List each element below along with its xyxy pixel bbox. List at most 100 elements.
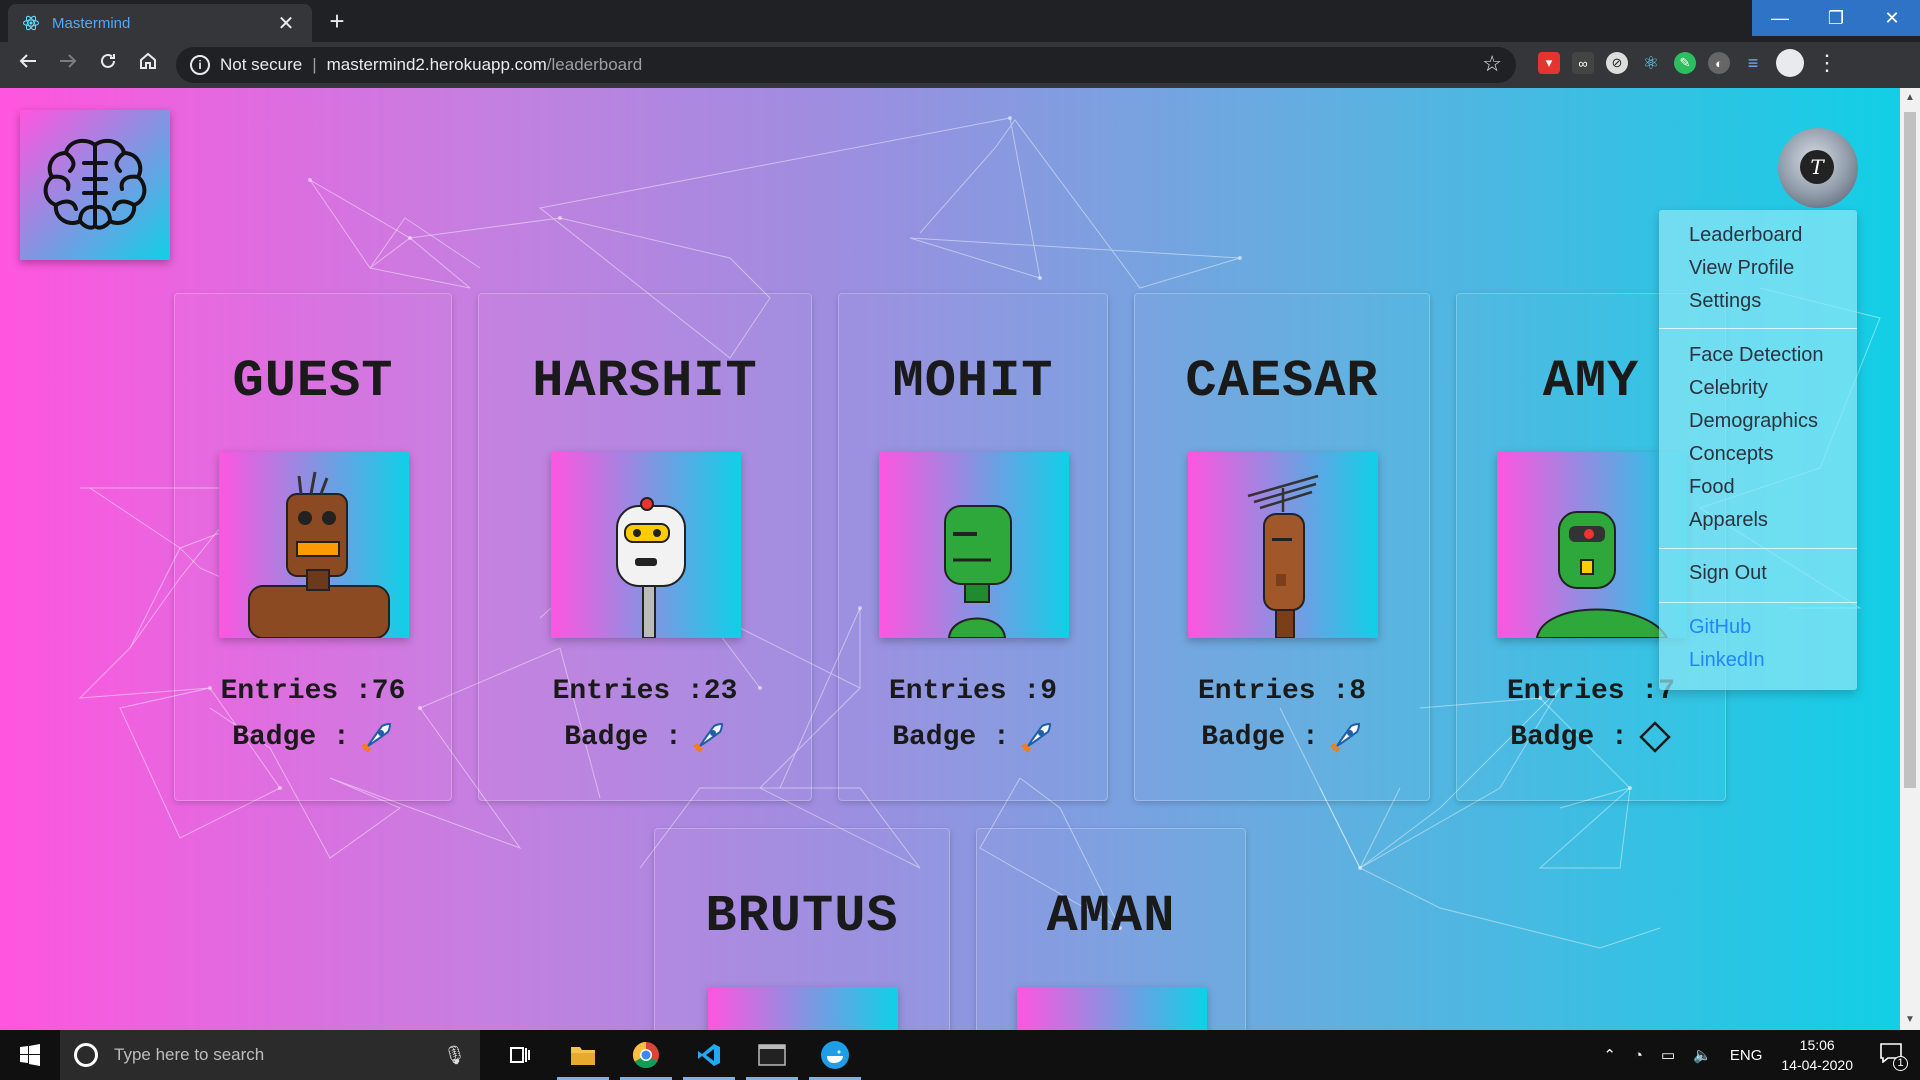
reload-icon[interactable]: [88, 45, 128, 85]
restore-button[interactable]: ❐: [1808, 0, 1864, 36]
notification-count: 1: [1893, 1056, 1908, 1071]
player-name: MOHIT: [892, 352, 1054, 411]
menu-item-linkedin[interactable]: LinkedIn: [1689, 649, 1765, 672]
wifi-icon[interactable]: ◔: [1634, 1047, 1643, 1064]
entries-count: Entries :23: [552, 676, 738, 707]
robot-icon: [616, 497, 686, 639]
badge-row: Badge :: [479, 720, 811, 754]
menu-item-face-detection[interactable]: Face Detection: [1689, 344, 1824, 367]
player-name: AMAN: [1046, 887, 1176, 946]
menu-item-apparels[interactable]: Apparels: [1689, 509, 1768, 532]
window-controls: — ❐ ✕: [1752, 0, 1920, 36]
address-bar[interactable]: i Not secure | mastermind2.herokuapp.com…: [176, 47, 1516, 83]
menu-item-demographics[interactable]: Demographics: [1689, 410, 1818, 433]
media-control-icon[interactable]: ≡: [1742, 52, 1764, 74]
chevron-up-icon[interactable]: ⌃: [1603, 1046, 1616, 1064]
forward-arrow-icon[interactable]: [48, 45, 88, 85]
task-view-icon[interactable]: [490, 1030, 550, 1080]
battery-icon[interactable]: ▭: [1661, 1046, 1675, 1064]
chrome-icon[interactable]: [616, 1030, 676, 1080]
windows-start-icon[interactable]: [0, 1030, 60, 1080]
vscode-icon[interactable]: [679, 1030, 739, 1080]
browser-tab[interactable]: Mastermind ✕: [8, 4, 312, 42]
menu-item-github[interactable]: GitHub: [1689, 616, 1751, 639]
evernote-extension-icon[interactable]: ✎: [1674, 52, 1696, 74]
menu-item-leaderboard[interactable]: Leaderboard: [1689, 224, 1802, 247]
leaderboard-card: GUEST Entries :76 Badge :: [174, 293, 452, 801]
player-name: BRUTUS: [705, 887, 899, 946]
react-devtools-icon[interactable]: ⚛: [1640, 52, 1662, 74]
menu-item-settings[interactable]: Settings: [1689, 290, 1761, 313]
menu-divider: [1659, 328, 1857, 329]
brain-icon: [43, 138, 147, 230]
badge-label: Badge :: [232, 721, 350, 753]
scroll-up-icon[interactable]: ▲: [1900, 88, 1920, 108]
badge-row: Badge :: [1135, 720, 1429, 754]
back-arrow-icon[interactable]: [8, 45, 48, 85]
badge-label: Badge :: [892, 721, 1010, 753]
scroll-thumb[interactable]: [1904, 112, 1916, 788]
tab-title: Mastermind: [52, 14, 131, 32]
badge-row: Badge :: [1457, 720, 1725, 754]
page-viewport: T GUEST Entries :76 Badge : HARSHIT Entr…: [0, 88, 1920, 1030]
menu-divider: [1659, 548, 1857, 549]
leaderboard-card: CAESAR Entries :8 Badge :: [1134, 293, 1430, 801]
badge-label: Badge :: [1201, 721, 1319, 753]
menu-item-view-profile[interactable]: View Profile: [1689, 257, 1794, 280]
page-scrollbar[interactable]: ▲ ▼: [1900, 88, 1920, 1030]
docker-icon[interactable]: [805, 1030, 865, 1080]
notification-icon[interactable]: 1: [1880, 1043, 1908, 1071]
home-icon[interactable]: [128, 45, 168, 85]
badge-row: Badge :: [175, 720, 451, 754]
browser-menu-icon[interactable]: ⋮: [1816, 50, 1838, 76]
taskbar-search-box[interactable]: Type here to search 🎙: [60, 1030, 480, 1080]
clock[interactable]: 15:06 14-04-2020: [1781, 1035, 1853, 1075]
clock-time: 15:06: [1799, 1037, 1835, 1053]
browser-profile-avatar[interactable]: [1776, 49, 1804, 77]
robot-avatar: [1188, 452, 1378, 639]
entries-count: Entries :8: [1197, 676, 1367, 707]
url-path: /leaderboard: [546, 55, 643, 74]
terminal-icon[interactable]: [742, 1030, 802, 1080]
leaderboard-card: MOHIT Entries :9 Badge :: [838, 293, 1108, 801]
robot-avatar: [551, 452, 741, 639]
bookmark-star-icon[interactable]: ☆: [1482, 51, 1502, 77]
user-avatar[interactable]: T: [1778, 128, 1858, 208]
leaderboard-card: AMAN: [976, 828, 1246, 1030]
brain-logo[interactable]: [20, 110, 170, 260]
minimize-button[interactable]: —: [1752, 0, 1808, 36]
badge-label: Badge :: [1510, 721, 1628, 753]
react-icon: [22, 15, 40, 31]
info-icon[interactable]: i: [190, 55, 210, 75]
language-indicator[interactable]: ENG: [1730, 1047, 1763, 1064]
microphone-icon[interactable]: 🎙: [443, 1045, 466, 1066]
rocket-icon: [1020, 720, 1054, 754]
glasses-extension-icon[interactable]: ∞: [1572, 52, 1594, 74]
search-placeholder: Type here to search: [114, 1045, 265, 1064]
pocket-extension-icon[interactable]: ▾: [1538, 52, 1560, 74]
player-name: CAESAR: [1185, 352, 1379, 411]
leaderboard-card: HARSHIT Entries :23 Badge :: [478, 293, 812, 801]
windows-taskbar: Type here to search 🎙 ⌃ ◔ ▭ 🔈 ENG 15:06 …: [0, 1030, 1920, 1080]
robot-avatar: [879, 452, 1069, 639]
close-window-button[interactable]: ✕: [1864, 0, 1920, 36]
scroll-down-icon[interactable]: ▼: [1900, 1010, 1920, 1030]
new-tab-button[interactable]: +: [322, 6, 352, 36]
menu-item-sign-out[interactable]: Sign Out: [1689, 562, 1767, 585]
tab-close-icon[interactable]: ✕: [274, 11, 298, 36]
rocket-icon: [360, 720, 394, 754]
entries-count: Entries :76: [220, 676, 406, 707]
dark-mode-extension-icon[interactable]: ◐: [1708, 52, 1730, 74]
menu-item-food[interactable]: Food: [1689, 476, 1735, 499]
volume-icon[interactable]: 🔈: [1693, 1046, 1712, 1064]
robot-icon: [944, 505, 1012, 639]
file-explorer-icon[interactable]: [553, 1030, 613, 1080]
robot-avatar: [1017, 987, 1207, 1030]
menu-item-celebrity[interactable]: Celebrity: [1689, 377, 1768, 400]
block-extension-icon[interactable]: ⊘: [1606, 52, 1628, 74]
extensions-row: ▾ ∞ ⊘ ⚛ ✎ ◐ ≡ ⋮: [1538, 49, 1838, 77]
menu-item-concepts[interactable]: Concepts: [1689, 443, 1774, 466]
avatar-letter: T: [1800, 150, 1834, 184]
rocket-icon: [1329, 720, 1363, 754]
robot-avatar: [219, 452, 409, 639]
